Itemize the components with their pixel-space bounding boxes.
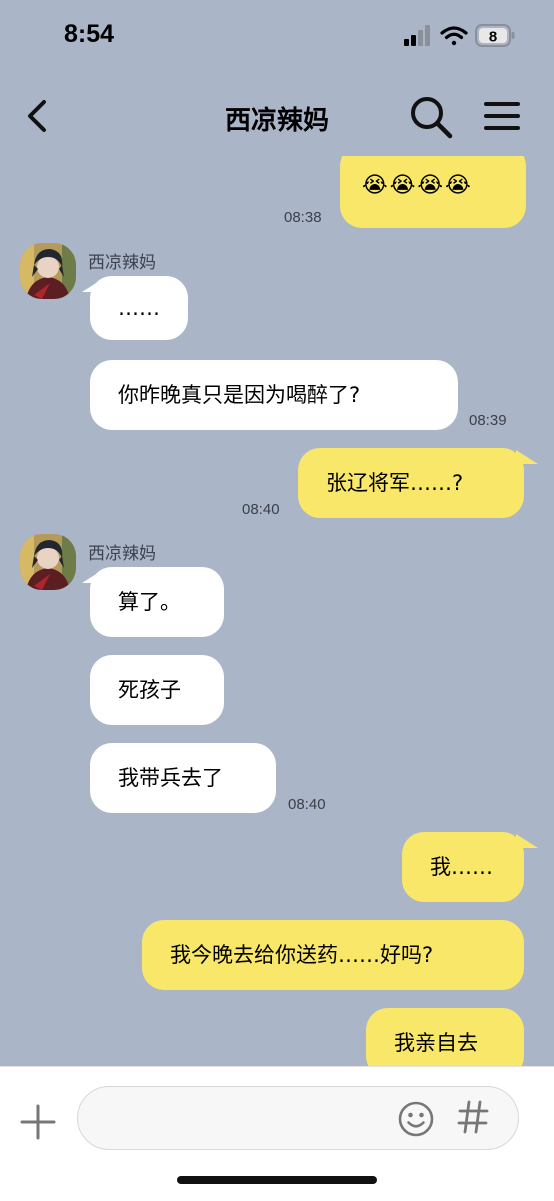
- message-text: 😭😭😭😭: [362, 173, 473, 198]
- avatar[interactable]: [20, 534, 76, 590]
- message-text: 我亲自去: [394, 1030, 478, 1055]
- avatar[interactable]: [20, 243, 76, 299]
- chat-title: 西凉辣妈: [224, 106, 329, 136]
- plus-icon[interactable]: [18, 1102, 58, 1142]
- message-bubble-outgoing[interactable]: 张辽将军……?: [298, 448, 524, 518]
- sender-name: 西凉辣妈: [88, 544, 156, 564]
- battery-level: 8: [489, 29, 497, 46]
- hashtag-icon[interactable]: [456, 1097, 490, 1137]
- wifi-icon: [440, 26, 468, 46]
- message-text: 死孩子: [118, 677, 181, 702]
- message-text: 我……: [430, 854, 493, 879]
- message-bubble-incoming[interactable]: 算了。: [90, 567, 224, 637]
- status-icons: 8: [404, 24, 515, 47]
- message-text: 你昨晚真只是因为喝醉了?: [118, 382, 361, 407]
- message-bubble-outgoing[interactable]: 我亲自去: [366, 1008, 524, 1066]
- message-input[interactable]: [77, 1086, 519, 1150]
- message-timestamp: 08:38: [284, 209, 322, 226]
- chat-header: 西凉辣妈: [0, 80, 554, 156]
- status-bar: 8:54 8: [0, 0, 554, 70]
- message-timestamp: 08:40: [242, 501, 280, 518]
- message-bubble-incoming[interactable]: ……: [90, 276, 188, 340]
- message-text: 我带兵去了: [118, 765, 223, 790]
- signal-icon: [404, 25, 430, 46]
- message-bubble-incoming[interactable]: 死孩子: [90, 655, 224, 725]
- message-text: 张辽将军……?: [326, 470, 464, 495]
- search-icon[interactable]: [408, 94, 454, 140]
- message-bubble-incoming[interactable]: 我带兵去了: [90, 743, 276, 813]
- message-bubble-outgoing[interactable]: 我今晚去给你送药……好吗?: [142, 920, 524, 990]
- message-text: 算了。: [118, 589, 181, 614]
- avatar-image: [20, 243, 76, 299]
- status-time: 8:54: [64, 20, 115, 48]
- message-bubble-incoming[interactable]: 你昨晚真只是因为喝醉了?: [90, 360, 458, 430]
- message-text: ……: [118, 295, 160, 320]
- message-timestamp: 08:39: [469, 412, 507, 429]
- menu-icon[interactable]: [482, 96, 522, 136]
- message-bubble-outgoing[interactable]: 😭😭😭😭: [340, 156, 526, 228]
- chat-messages: 😭😭😭😭 08:38 西凉辣妈 …… 你昨晚真只是因为喝醉了? 08:39 张辽…: [0, 156, 554, 1066]
- message-text: 我今晚去给你送药……好吗?: [170, 942, 434, 967]
- battery-icon: 8: [475, 24, 515, 47]
- message-bubble-outgoing[interactable]: 我……: [402, 832, 524, 902]
- sender-name: 西凉辣妈: [88, 253, 156, 273]
- emoji-icon[interactable]: [396, 1099, 436, 1139]
- message-timestamp: 08:40: [288, 796, 326, 813]
- avatar-image: [20, 534, 76, 590]
- home-indicator[interactable]: [177, 1176, 377, 1184]
